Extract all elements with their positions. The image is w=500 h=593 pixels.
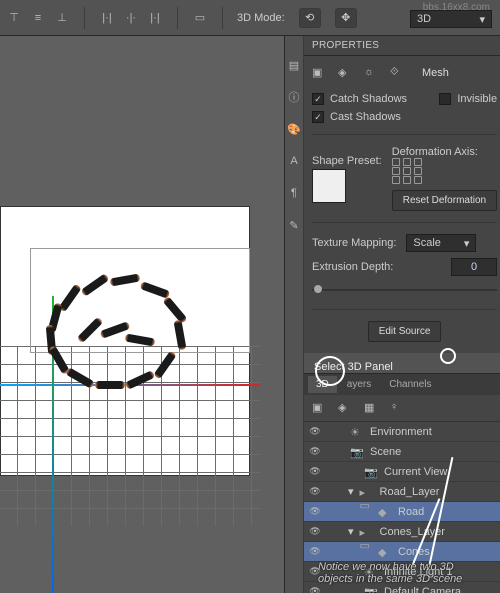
deformation-axis-label: Deformation Axis: bbox=[392, 146, 497, 158]
catch-shadows-label: Catch Shadows bbox=[330, 93, 407, 105]
disclosure-icon[interactable]: ▾ bbox=[348, 485, 354, 498]
texture-mapping-label: Texture Mapping: bbox=[312, 237, 396, 249]
layer-panel-tabs: 3D ayers Channels bbox=[304, 373, 500, 395]
reset-deformation-button[interactable]: Reset Deformation bbox=[392, 190, 497, 211]
shape-preset-label: Shape Preset: bbox=[312, 155, 382, 167]
scene-icon[interactable]: ⟐ bbox=[390, 66, 406, 80]
mesh-icon[interactable]: ▣ bbox=[312, 66, 328, 80]
layer-type-icon: ▸ ▭ bbox=[360, 486, 374, 498]
distribute-b-icon[interactable]: ·|· bbox=[123, 10, 139, 26]
annotation-text: Notice we now have two 3Dobjects in the … bbox=[318, 561, 462, 585]
canvas-viewport[interactable] bbox=[0, 36, 284, 593]
filter-all-icon[interactable]: ▣ bbox=[312, 401, 328, 415]
3d-object bbox=[10, 276, 200, 416]
separator bbox=[222, 7, 223, 29]
layer-type-icon: 📷 bbox=[364, 586, 378, 593]
visibility-icon[interactable]: 👁 bbox=[308, 505, 322, 519]
visibility-icon[interactable]: 👁 bbox=[308, 465, 322, 479]
extrusion-label: Extrusion Depth: bbox=[312, 261, 393, 273]
right-panels: ▤ ⓘ 🎨 A ¶ ✎ Properties ▣ ◈ ☼ ⟐ Mesh ✓ Ca… bbox=[284, 36, 500, 593]
panel-icon-strip: ▤ ⓘ 🎨 A ¶ ✎ bbox=[285, 36, 304, 593]
visibility-icon[interactable]: 👁 bbox=[308, 485, 322, 499]
distribute-c-icon[interactable]: |·| bbox=[147, 10, 163, 26]
cast-shadows-checkbox[interactable]: ✓ bbox=[312, 111, 324, 123]
character-icon[interactable]: A bbox=[285, 152, 303, 170]
separator bbox=[84, 7, 85, 29]
layer-name: Current View bbox=[384, 466, 447, 478]
extrusion-slider[interactable] bbox=[312, 282, 497, 298]
layer-type-icon: ☀ bbox=[350, 426, 364, 438]
layer-type-icon: 📷 bbox=[364, 466, 378, 478]
3d-filter-row: ▣ ◈ ▦ ♀ bbox=[304, 395, 500, 422]
catch-shadows-checkbox[interactable]: ✓ bbox=[312, 93, 324, 105]
invisible-label: Invisible bbox=[457, 93, 497, 105]
histogram-icon[interactable]: ▤ bbox=[285, 56, 303, 74]
color-icon[interactable]: 🎨 bbox=[285, 120, 303, 138]
extrusion-input[interactable]: 0 bbox=[451, 258, 497, 276]
mode-label: 3D Mode: bbox=[237, 12, 285, 24]
align-bot-icon[interactable]: ⊥ bbox=[54, 10, 70, 26]
mode-orbit-button[interactable]: ⟲ bbox=[299, 8, 321, 28]
align-top-icon[interactable]: ⊤ bbox=[6, 10, 22, 26]
invisible-checkbox[interactable] bbox=[439, 93, 451, 105]
layer-row[interactable]: 👁 ▾ ▸ ▭ Cones_Layer bbox=[304, 522, 500, 542]
filter-material-icon[interactable]: ▦ bbox=[364, 401, 380, 415]
light-icon[interactable]: ☼ bbox=[364, 66, 380, 80]
tab-layers[interactable]: ayers bbox=[339, 376, 379, 393]
separator bbox=[312, 222, 497, 223]
mesh-label: Mesh bbox=[422, 67, 449, 79]
layer-row[interactable]: 👁 📷 Scene bbox=[304, 442, 500, 462]
paragraph-icon[interactable]: ¶ bbox=[285, 184, 303, 202]
tab-channels[interactable]: Channels bbox=[381, 376, 439, 393]
disclosure-icon[interactable]: ▾ bbox=[348, 525, 354, 538]
texture-mapping-dropdown[interactable]: Scale▾ bbox=[406, 234, 476, 252]
layer-name: Road bbox=[398, 506, 424, 518]
filter-light-icon[interactable]: ♀ bbox=[390, 401, 406, 415]
brush-icon[interactable]: ✎ bbox=[285, 216, 303, 234]
layer-name: Cones bbox=[398, 546, 430, 558]
visibility-icon[interactable]: 👁 bbox=[308, 545, 322, 559]
layer-name: Road_Layer bbox=[380, 486, 440, 498]
layer-row[interactable]: 👁 ▾ ▸ ▭ Road_Layer bbox=[304, 482, 500, 502]
properties-tab[interactable]: Properties bbox=[304, 36, 500, 56]
layer-row[interactable]: 👁 ◆ Road bbox=[304, 502, 500, 522]
layer-row[interactable]: 👁 ☀ Environment bbox=[304, 422, 500, 442]
layer-name: Scene bbox=[370, 446, 401, 458]
select-3d-panel-label: Select 3D Panel bbox=[304, 353, 500, 373]
visibility-icon[interactable]: 👁 bbox=[308, 525, 322, 539]
layer-type-icon: ◆ bbox=[378, 506, 392, 518]
visibility-icon[interactable]: 👁 bbox=[308, 445, 322, 459]
cast-shadows-label: Cast Shadows bbox=[330, 111, 401, 123]
info-icon[interactable]: ⓘ bbox=[285, 88, 303, 106]
layer-row[interactable]: 👁 ◆ Cones bbox=[304, 542, 500, 562]
layer-type-icon: ◆ bbox=[378, 546, 392, 558]
separator bbox=[312, 309, 497, 310]
deformation-axis-grid[interactable] bbox=[392, 158, 497, 184]
distribute-a-icon[interactable]: |·| bbox=[99, 10, 115, 26]
scale-icon[interactable]: ▭ bbox=[192, 10, 208, 26]
align-mid-icon[interactable]: ≡ bbox=[30, 10, 46, 26]
mode-pan-button[interactable]: ✥ bbox=[335, 8, 357, 28]
workspace-dropdown[interactable]: 3D▾ bbox=[410, 10, 492, 28]
visibility-icon[interactable]: 👁 bbox=[308, 425, 322, 439]
layer-type-icon: 📷 bbox=[350, 446, 364, 458]
separator bbox=[177, 7, 178, 29]
shape-preset-swatch[interactable] bbox=[312, 169, 346, 203]
layer-name: Cones_Layer bbox=[380, 526, 445, 538]
filter-mesh-icon[interactable]: ◈ bbox=[338, 401, 354, 415]
layer-name: Environment bbox=[370, 426, 432, 438]
tab-3d[interactable]: 3D bbox=[308, 376, 337, 393]
layer-type-icon: ▸ ▭ bbox=[360, 526, 374, 538]
properties-panel: ▣ ◈ ☼ ⟐ Mesh ✓ Catch Shadows Invisible ✓… bbox=[304, 56, 500, 353]
visibility-icon[interactable]: 👁 bbox=[308, 585, 322, 593]
chevron-down-icon: ▾ bbox=[479, 13, 485, 26]
material-icon[interactable]: ◈ bbox=[338, 66, 354, 80]
edit-source-button[interactable]: Edit Source bbox=[368, 321, 442, 342]
layer-name: Default Camera bbox=[384, 586, 461, 593]
separator bbox=[312, 134, 497, 135]
layer-row[interactable]: 👁 📷 Current View bbox=[304, 462, 500, 482]
